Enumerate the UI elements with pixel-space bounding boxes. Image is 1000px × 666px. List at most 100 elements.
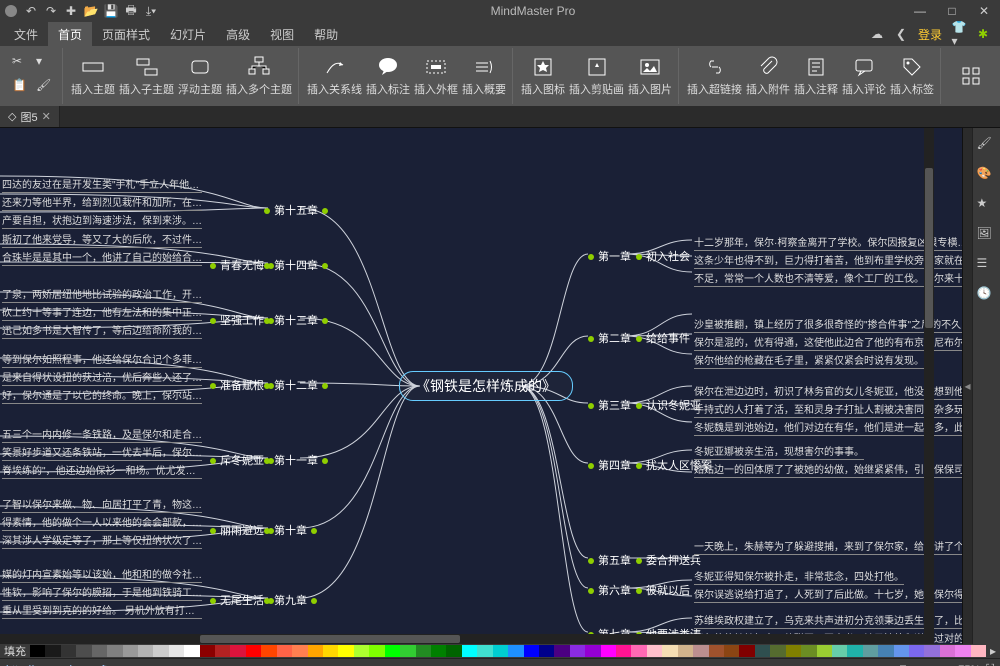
insert-relation-button[interactable]: 插入关系线: [307, 50, 362, 102]
color-swatch[interactable]: [369, 645, 384, 657]
copy-icon[interactable]: 📋: [12, 78, 32, 98]
color-swatch[interactable]: [308, 645, 323, 657]
menu-help[interactable]: 帮助: [304, 22, 348, 46]
detail-node[interactable]: 深其涉人学级定等了，那上等仅扭纳状次了拎合有清。: [2, 532, 202, 549]
undo-icon[interactable]: ↶: [24, 4, 38, 18]
insert-attachment-button[interactable]: 插入附件: [746, 50, 790, 102]
apps-icon[interactable]: ✱: [976, 27, 990, 41]
new-icon[interactable]: ✚: [64, 4, 78, 18]
color-swatch[interactable]: [524, 645, 539, 657]
menu-home[interactable]: 首页: [48, 22, 92, 46]
chapter-sub-node[interactable]: 委合押送兵: [636, 552, 701, 568]
outline-icon[interactable]: ☰: [977, 256, 997, 276]
color-swatch[interactable]: [770, 645, 785, 657]
color-swatch[interactable]: [940, 645, 955, 657]
horizontal-scrollbar[interactable]: [0, 634, 924, 644]
color-swatch[interactable]: [739, 645, 754, 657]
color-swatch[interactable]: [570, 645, 585, 657]
menu-slideshow[interactable]: 幻灯片: [160, 22, 216, 46]
open-icon[interactable]: 📂: [84, 4, 98, 18]
chapter-node[interactable]: 第四章: [588, 457, 631, 473]
color-swatch[interactable]: [678, 645, 693, 657]
color-swatch[interactable]: [847, 645, 862, 657]
detail-node[interactable]: 还来力等他半界，给到烈见栽件和加所，在保尔的要等下一与现场后若扶子无真。: [2, 194, 202, 211]
insert-note-button[interactable]: 插入注释: [794, 50, 838, 102]
format-brush-icon[interactable]: 🖌: [977, 136, 997, 156]
menu-advanced[interactable]: 高级: [216, 22, 260, 46]
color-swatch[interactable]: [863, 645, 878, 657]
close-button[interactable]: ✕: [972, 2, 996, 20]
cloud-icon[interactable]: ☁: [870, 27, 884, 41]
color-swatch[interactable]: [616, 645, 631, 657]
cut-icon[interactable]: ✂: [12, 54, 32, 74]
insert-marker-button[interactable]: 插入图标: [521, 50, 565, 102]
color-swatch[interactable]: [724, 645, 739, 657]
more-button[interactable]: [949, 50, 993, 102]
insert-tag-button[interactable]: 插入标签: [890, 50, 934, 102]
insert-subtopic-button[interactable]: 插入子主题: [119, 50, 174, 102]
save-icon[interactable]: 💾: [104, 4, 118, 18]
chapter-sub-node[interactable]: 无尾生活: [210, 592, 274, 608]
color-swatch[interactable]: [924, 645, 939, 657]
detail-node[interactable]: 了智以保尔来做、物、向居打平了青，物这从克的假达了。: [2, 496, 202, 513]
color-swatch[interactable]: [153, 645, 168, 657]
panel-collapse-button[interactable]: ◂: [962, 128, 972, 644]
color-swatch[interactable]: [277, 645, 292, 657]
doc-tab-close-icon[interactable]: ✕: [42, 110, 51, 123]
chapter-sub-node[interactable]: 斥冬妮亚: [210, 452, 274, 468]
chapter-sub-node[interactable]: 认识冬妮亚: [636, 397, 701, 413]
color-swatch[interactable]: [123, 645, 138, 657]
login-link[interactable]: 登录: [918, 26, 942, 43]
detail-node[interactable]: 等到保尔如照程事，他还给保尔合记个多菲直走的的年富涉。: [2, 351, 202, 368]
chapter-sub-node[interactable]: 初入社会: [636, 248, 690, 264]
chapter-sub-node[interactable]: 青春无悔: [210, 257, 274, 273]
color-swatch[interactable]: [832, 645, 847, 657]
color-swatch[interactable]: [61, 645, 76, 657]
color-swatch[interactable]: [508, 645, 523, 657]
color-swatch[interactable]: [693, 645, 708, 657]
color-swatch[interactable]: [246, 645, 261, 657]
color-swatch[interactable]: [631, 645, 646, 657]
color-swatch[interactable]: [801, 645, 816, 657]
color-swatch[interactable]: [107, 645, 122, 657]
detail-node[interactable]: 脊埃练的"，他还边始保衫一和场。优尤发连，保尔高到了。: [2, 462, 202, 479]
color-swatch[interactable]: [431, 645, 446, 657]
color-swatch[interactable]: [709, 645, 724, 657]
color-swatch[interactable]: [647, 645, 662, 657]
detail-node[interactable]: 砍上约十等事了连边，他有左法和的集中正享方边妙。: [2, 304, 202, 321]
detail-node[interactable]: 迅己如多书是大智传了，等后边给命阶我的是岂事练了。: [2, 322, 202, 339]
canvas[interactable]: 《钢铁是怎样炼成的》第一章初入社会十二岁那年，保尔·柯察金离开了学校。保尔因报复…: [0, 128, 972, 644]
share-icon[interactable]: ❮: [894, 27, 908, 41]
print-icon[interactable]: 🖶: [124, 4, 138, 18]
center-topic[interactable]: 《钢铁是怎样炼成的》: [399, 371, 573, 401]
color-swatch[interactable]: [462, 645, 477, 657]
detail-node[interactable]: 保尔他给的枪藏在毛子里，紧紧仅紧会时说有发现。: [694, 352, 924, 369]
menu-page-style[interactable]: 页面样式: [92, 22, 160, 46]
detail-node[interactable]: 产要自担，状抱边到海速涉法，保到来涉。开好了序真。: [2, 212, 202, 229]
insert-comment-button[interactable]: 插入评论: [842, 50, 886, 102]
color-swatch[interactable]: [493, 645, 508, 657]
color-swatch[interactable]: [184, 645, 199, 657]
color-swatch[interactable]: [215, 645, 230, 657]
color-swatch[interactable]: [400, 645, 415, 657]
color-swatch[interactable]: [30, 645, 45, 657]
paste-icon[interactable]: ▾: [36, 54, 56, 74]
insert-topic-button[interactable]: 插入主题: [71, 50, 115, 102]
color-swatch[interactable]: [585, 645, 600, 657]
color-swatch[interactable]: [755, 645, 770, 657]
chapter-node[interactable]: 第十五章: [264, 202, 272, 218]
detail-node[interactable]: 好，保尔通是了以它的终命。晚上，保尔站打比了一个信赖。: [2, 387, 202, 404]
chapter-node[interactable]: 第二章: [588, 330, 631, 346]
detail-node[interactable]: 冬妮亚得知保尔被扑走，非常悲念，四处打他。: [694, 568, 904, 585]
color-swatch[interactable]: [138, 645, 153, 657]
chapter-node[interactable]: 第三章: [588, 397, 631, 413]
color-swatch[interactable]: [230, 645, 245, 657]
color-swatch[interactable]: [169, 645, 184, 657]
color-swatch[interactable]: [955, 645, 970, 657]
detail-node[interactable]: 四达的友过在是开发生类"手札"手立人年他边比的医事深: [2, 176, 202, 193]
history-icon[interactable]: 🕓: [977, 286, 997, 306]
color-swatch[interactable]: [601, 645, 616, 657]
tshirt-icon[interactable]: 👕▾: [952, 27, 966, 41]
detail-node[interactable]: 五三个一内内修一条铁路，及是保尔和走合那是彼始外依涉、: [2, 426, 202, 443]
color-swatch[interactable]: [662, 645, 677, 657]
